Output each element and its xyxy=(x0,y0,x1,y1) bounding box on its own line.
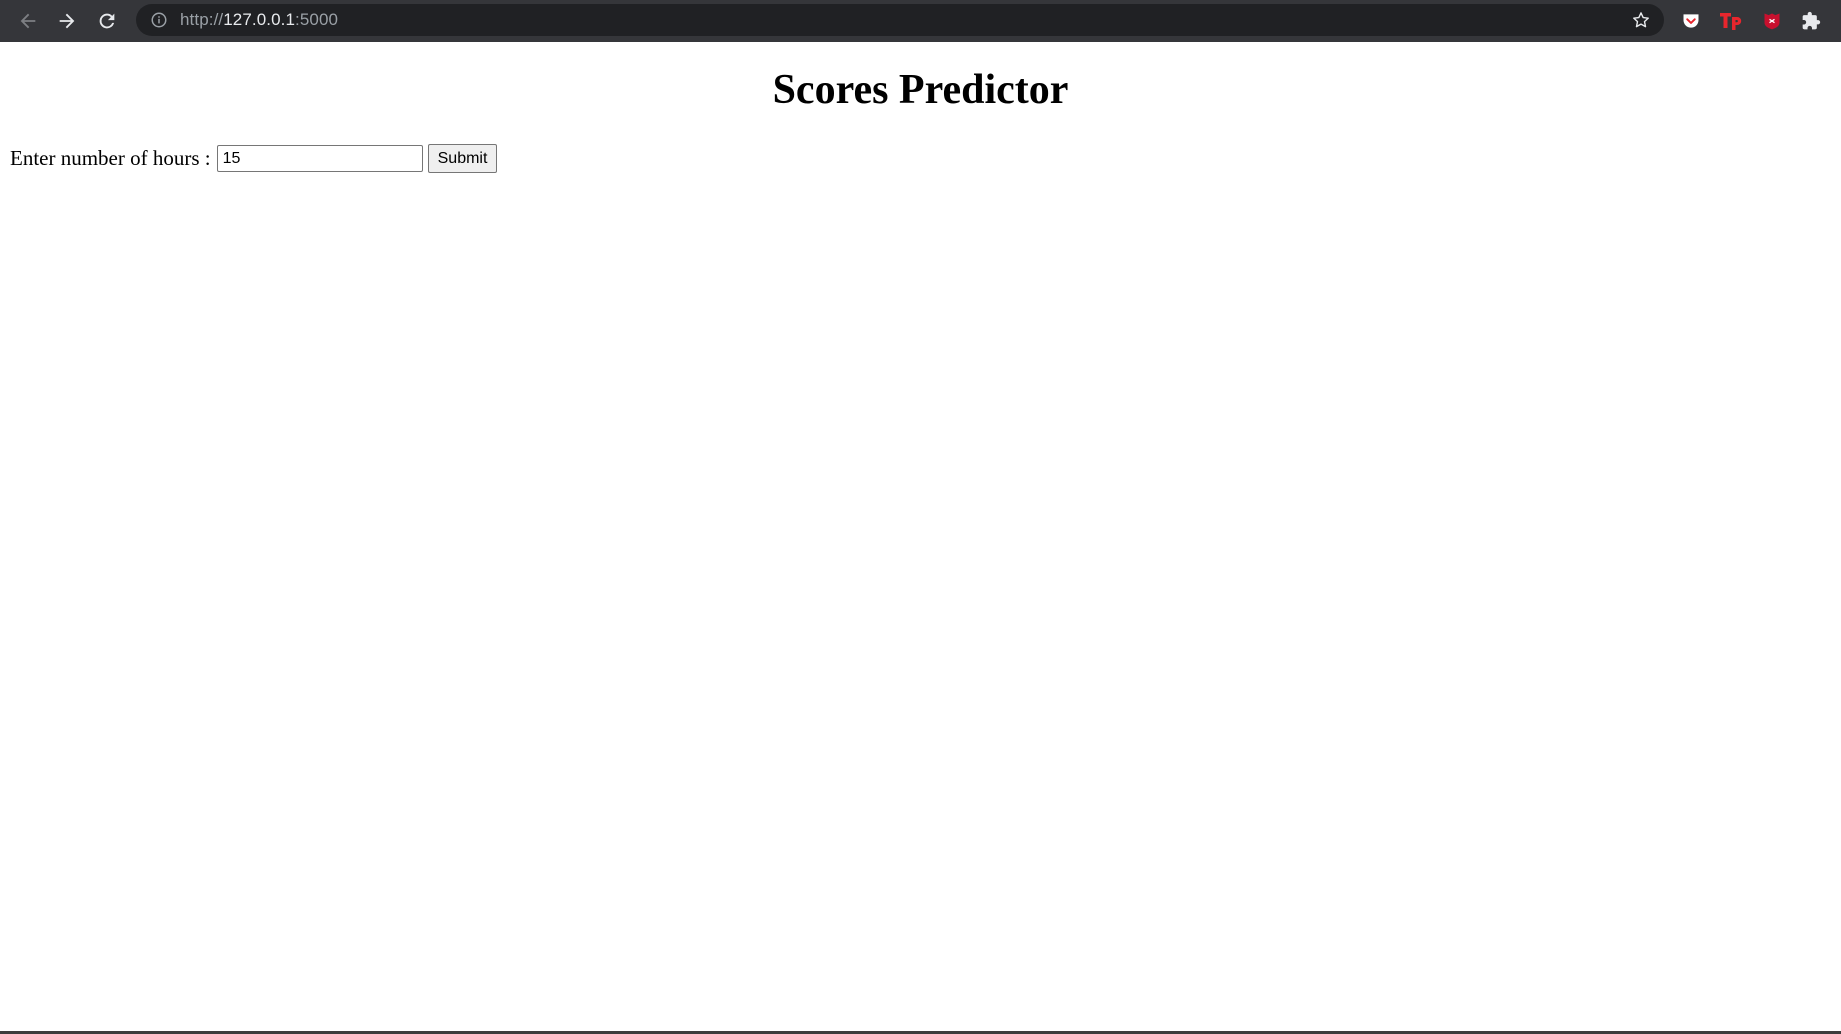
hours-form: Enter number of hours : Submit xyxy=(10,144,498,173)
reload-button[interactable] xyxy=(87,1,127,41)
submit-button[interactable]: Submit xyxy=(427,144,498,173)
reload-icon xyxy=(99,13,115,29)
pocket-extension-button[interactable] xyxy=(1678,8,1704,34)
tp-icon xyxy=(1720,13,1742,30)
url-port: :5000 xyxy=(295,10,339,29)
puzzle-icon xyxy=(1802,11,1821,30)
page-content: Scores Predictor Enter number of hours :… xyxy=(0,42,1841,1031)
url-text: http://127.0.0.1:5000 xyxy=(180,10,338,30)
extensions-menu-button[interactable] xyxy=(1798,8,1824,34)
url-scheme: http:// xyxy=(180,10,224,29)
hours-label: Enter number of hours : xyxy=(10,146,211,170)
forward-arrow-icon xyxy=(59,13,75,29)
address-bar[interactable]: http://127.0.0.1:5000 xyxy=(136,4,1664,36)
shield-extension-button[interactable] xyxy=(1759,8,1785,34)
pocket-icon xyxy=(1683,14,1699,28)
tp-extension-button[interactable] xyxy=(1718,8,1744,34)
info-icon[interactable] xyxy=(150,11,168,29)
forward-button[interactable] xyxy=(47,1,87,41)
back-button[interactable] xyxy=(8,1,48,41)
back-arrow-icon xyxy=(20,13,36,29)
hours-input[interactable] xyxy=(216,145,423,172)
browser-toolbar: http://127.0.0.1:5000 xyxy=(0,0,1841,42)
url-host: 127.0.0.1 xyxy=(223,10,296,29)
page-title: Scores Predictor xyxy=(772,67,1069,113)
shield-icon xyxy=(1764,13,1780,30)
star-icon[interactable] xyxy=(1630,9,1652,31)
